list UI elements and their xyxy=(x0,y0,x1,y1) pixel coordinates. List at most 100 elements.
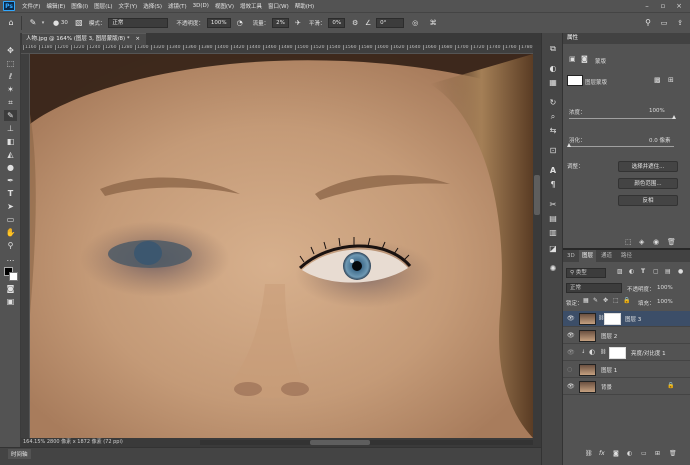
layer-row[interactable]: 👁 ↓ ◐ ⛓ 亮度/对比度 1 xyxy=(563,345,690,361)
pressure-size-icon[interactable]: ◎ xyxy=(410,18,420,28)
density-value[interactable]: 100% xyxy=(649,108,665,114)
feather-value[interactable]: 0.0 像素 xyxy=(649,136,671,144)
vector-mask-icon[interactable]: ◙ xyxy=(581,55,588,63)
brush-size-preview[interactable]: ● 30 xyxy=(53,19,68,27)
menu-help[interactable]: 帮助(H) xyxy=(292,2,317,10)
tool-presets-icon[interactable]: ✂ xyxy=(547,199,559,210)
filter-smart-icon[interactable]: ▤ xyxy=(665,268,671,275)
navigator-icon[interactable]: ◪ xyxy=(547,243,559,254)
pixel-mask-icon[interactable]: ▣ xyxy=(569,55,576,63)
layer-filter-select[interactable]: ⚲ 类型 xyxy=(566,268,606,278)
brush-tool-icon[interactable]: ✎ xyxy=(4,110,17,121)
libraries-icon[interactable]: ✺ xyxy=(547,263,559,274)
symmetry-icon[interactable]: ⌘ xyxy=(428,18,438,28)
load-selection-icon[interactable]: ⬚ xyxy=(625,238,632,246)
horizontal-scroll-thumb[interactable] xyxy=(310,440,370,445)
airbrush-icon[interactable]: ✈ xyxy=(293,18,303,28)
maximize-icon[interactable]: ▫ xyxy=(656,0,670,12)
layer-row[interactable]: ○ 图层 1 xyxy=(563,362,690,378)
fill-value[interactable]: 100% xyxy=(657,299,673,305)
brush-settings-icon[interactable]: ▧ xyxy=(74,18,84,28)
link-icon[interactable]: ⛓ xyxy=(600,349,606,355)
paint-bucket-tool-icon[interactable]: ◭ xyxy=(4,149,17,160)
home-icon[interactable]: ⌂ xyxy=(6,18,16,28)
visibility-eye-icon[interactable]: 👁 xyxy=(567,315,575,322)
crop-tool-icon[interactable]: ⌗ xyxy=(4,97,17,108)
add-mask-icon[interactable]: ◙ xyxy=(613,450,619,457)
smooth-input[interactable]: 0% xyxy=(328,18,346,28)
stamp-tool-icon[interactable]: ⊥ xyxy=(4,123,17,134)
pressure-opacity-icon[interactable]: ◔ xyxy=(235,18,245,28)
filter-toggle-icon[interactable]: ● xyxy=(678,268,683,275)
filter-shape-icon[interactable]: ▢ xyxy=(653,268,659,275)
shape-tool-icon[interactable]: ▭ xyxy=(4,214,17,225)
layer-name[interactable]: 亮度/对比度 1 xyxy=(631,349,666,357)
layer-row[interactable]: 👁 图层 2 xyxy=(563,328,690,344)
pen-tool-icon[interactable]: ✒ xyxy=(4,175,17,186)
visibility-eye-icon[interactable]: 👁 xyxy=(567,332,575,339)
mode-select[interactable]: 正常 xyxy=(108,18,169,28)
notes-icon[interactable]: ▥ xyxy=(547,227,559,238)
feather-slider-knob[interactable] xyxy=(567,143,571,147)
layer-name[interactable]: 图层 2 xyxy=(601,332,617,340)
layer-style-icon[interactable]: fx xyxy=(599,450,605,457)
menu-filter[interactable]: 滤镜(T) xyxy=(165,2,190,10)
color-icon[interactable]: ◐ xyxy=(547,63,559,74)
chevron-down-icon[interactable]: ▾ xyxy=(38,18,48,28)
move-tool-icon[interactable]: ✥ xyxy=(4,45,17,56)
character-icon[interactable]: A xyxy=(547,165,559,176)
tab-3d[interactable]: 3D xyxy=(567,250,575,262)
vertical-scroll-thumb[interactable] xyxy=(534,175,540,215)
delete-layer-icon[interactable]: 🗑 xyxy=(669,450,677,457)
layer-name[interactable]: 图层 1 xyxy=(601,366,617,374)
history-icon[interactable]: ⧉ xyxy=(547,43,559,54)
lock-position-icon[interactable]: ✥ xyxy=(603,297,608,304)
path-select-tool-icon[interactable]: ➤ xyxy=(4,201,17,212)
angle-input[interactable]: 0° xyxy=(376,18,405,28)
delete-mask-icon[interactable]: 🗑 xyxy=(667,238,676,246)
invert-button[interactable]: 反相 xyxy=(618,195,678,206)
image-canvas[interactable] xyxy=(30,54,533,438)
layer-row[interactable]: 👁 ⛓ 图层 3 xyxy=(563,311,690,327)
swatches-icon[interactable]: ▦ xyxy=(547,77,559,88)
tab-channels[interactable]: 通道 xyxy=(601,250,612,262)
filter-type-icon[interactable]: T xyxy=(641,268,645,275)
opacity-input[interactable]: 100% xyxy=(206,18,231,28)
new-layer-icon[interactable]: ⊞ xyxy=(655,450,660,457)
add-mask-icon[interactable]: ⊞ xyxy=(668,76,674,84)
layer-row[interactable]: 👁 背景 🔒 xyxy=(563,379,690,395)
brush-tool-icon[interactable]: ✎ xyxy=(28,18,38,28)
actions-icon[interactable]: ⇆ xyxy=(547,125,559,136)
eraser-tool-icon[interactable]: ◧ xyxy=(4,136,17,147)
density-slider[interactable] xyxy=(569,118,674,119)
menu-3d[interactable]: 3D(D) xyxy=(190,3,212,9)
menu-edit[interactable]: 编辑(E) xyxy=(43,2,68,10)
more-tools-icon[interactable]: … xyxy=(4,253,17,264)
flow-input[interactable]: 2% xyxy=(272,18,289,28)
clone-source-icon[interactable]: ⊡ xyxy=(547,145,559,156)
close-tab-icon[interactable]: × xyxy=(135,36,140,42)
document-tab[interactable]: 人物.jpg @ 164% (图层 3, 图层蒙版/8) * × xyxy=(22,33,146,45)
tab-paths[interactable]: 路径 xyxy=(621,250,632,262)
tab-layers[interactable]: 图层 xyxy=(579,250,597,262)
lock-pixels-icon[interactable]: ✎ xyxy=(593,297,598,304)
quick-mask-icon[interactable]: ◙ xyxy=(4,283,17,294)
adjustments-icon[interactable]: ↻ xyxy=(547,97,559,108)
new-group-icon[interactable]: ▭ xyxy=(641,450,647,457)
dodge-tool-icon[interactable]: ● xyxy=(4,162,17,173)
density-slider-knob[interactable] xyxy=(672,115,676,119)
filter-adjust-icon[interactable]: ◐ xyxy=(629,268,634,275)
select-and-mask-button[interactable]: 选择并遮住... xyxy=(618,161,678,172)
new-adjustment-icon[interactable]: ◐ xyxy=(627,450,632,457)
lock-transparent-icon[interactable]: ▦ xyxy=(583,297,589,304)
menu-layer[interactable]: 图层(L) xyxy=(91,2,115,10)
menu-plugins[interactable]: 增效工具 xyxy=(237,2,265,10)
menu-file[interactable]: 文件(F) xyxy=(19,2,43,10)
blend-mode-select[interactable]: 正常 xyxy=(566,283,622,293)
apply-mask-icon[interactable]: ◈ xyxy=(639,238,644,246)
lock-artboard-icon[interactable]: ⬚ xyxy=(613,297,619,304)
select-mask-icon[interactable]: ▩ xyxy=(654,76,661,84)
menu-view[interactable]: 视图(V) xyxy=(212,2,237,10)
color-range-button[interactable]: 颜色范围... xyxy=(618,178,678,189)
marquee-tool-icon[interactable]: ⬚ xyxy=(4,58,17,69)
